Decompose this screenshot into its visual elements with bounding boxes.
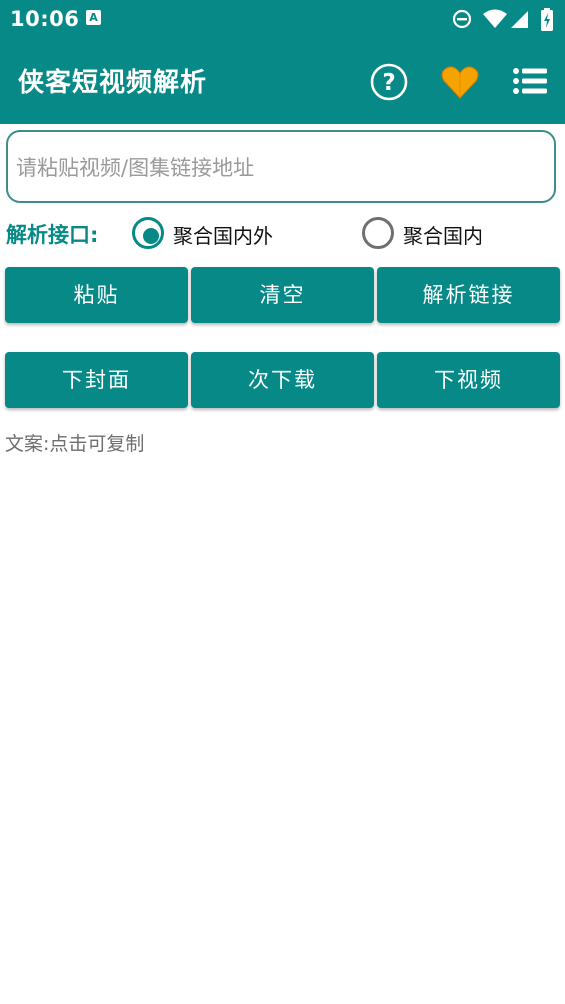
do-not-disturb-icon bbox=[452, 9, 472, 29]
cell-signal-icon bbox=[511, 11, 528, 28]
svg-text:?: ? bbox=[382, 70, 395, 96]
status-time: 10:06 bbox=[10, 7, 80, 31]
status-bar: 10:06 A bbox=[0, 0, 565, 38]
app-bar: 10:06 A 侠客短视频解析 ? bbox=[0, 0, 565, 124]
heart-icon bbox=[441, 66, 479, 99]
url-input-container bbox=[6, 130, 556, 203]
parse-link-button[interactable]: 解析链接 bbox=[377, 267, 560, 323]
menu-list-icon bbox=[513, 68, 547, 94]
notification-badge-icon: A bbox=[86, 10, 101, 25]
app-title: 侠客短视频解析 bbox=[18, 68, 208, 98]
api-selector-label: 解析接口: bbox=[6, 223, 99, 247]
radio-button-checked-icon bbox=[132, 217, 164, 249]
help-icon: ? bbox=[370, 63, 408, 101]
favorite-button[interactable] bbox=[440, 62, 480, 102]
clear-button[interactable]: 清空 bbox=[191, 267, 374, 323]
download-again-button[interactable]: 次下载 bbox=[191, 352, 374, 408]
paste-button[interactable]: 粘贴 bbox=[5, 267, 188, 323]
battery-charging-icon bbox=[541, 8, 553, 31]
help-button[interactable]: ? bbox=[369, 62, 409, 102]
download-video-button[interactable]: 下视频 bbox=[377, 352, 560, 408]
url-input[interactable] bbox=[14, 152, 548, 184]
download-cover-button[interactable]: 下封面 bbox=[5, 352, 188, 408]
menu-button[interactable] bbox=[510, 62, 550, 102]
caption-copy-text[interactable]: 文案:点击可复制 bbox=[5, 429, 144, 456]
wifi-icon bbox=[483, 9, 507, 28]
radio-label: 聚合国内外 bbox=[173, 224, 273, 248]
radio-label: 聚合国内 bbox=[403, 224, 483, 248]
radio-button-unchecked-icon bbox=[362, 217, 394, 249]
